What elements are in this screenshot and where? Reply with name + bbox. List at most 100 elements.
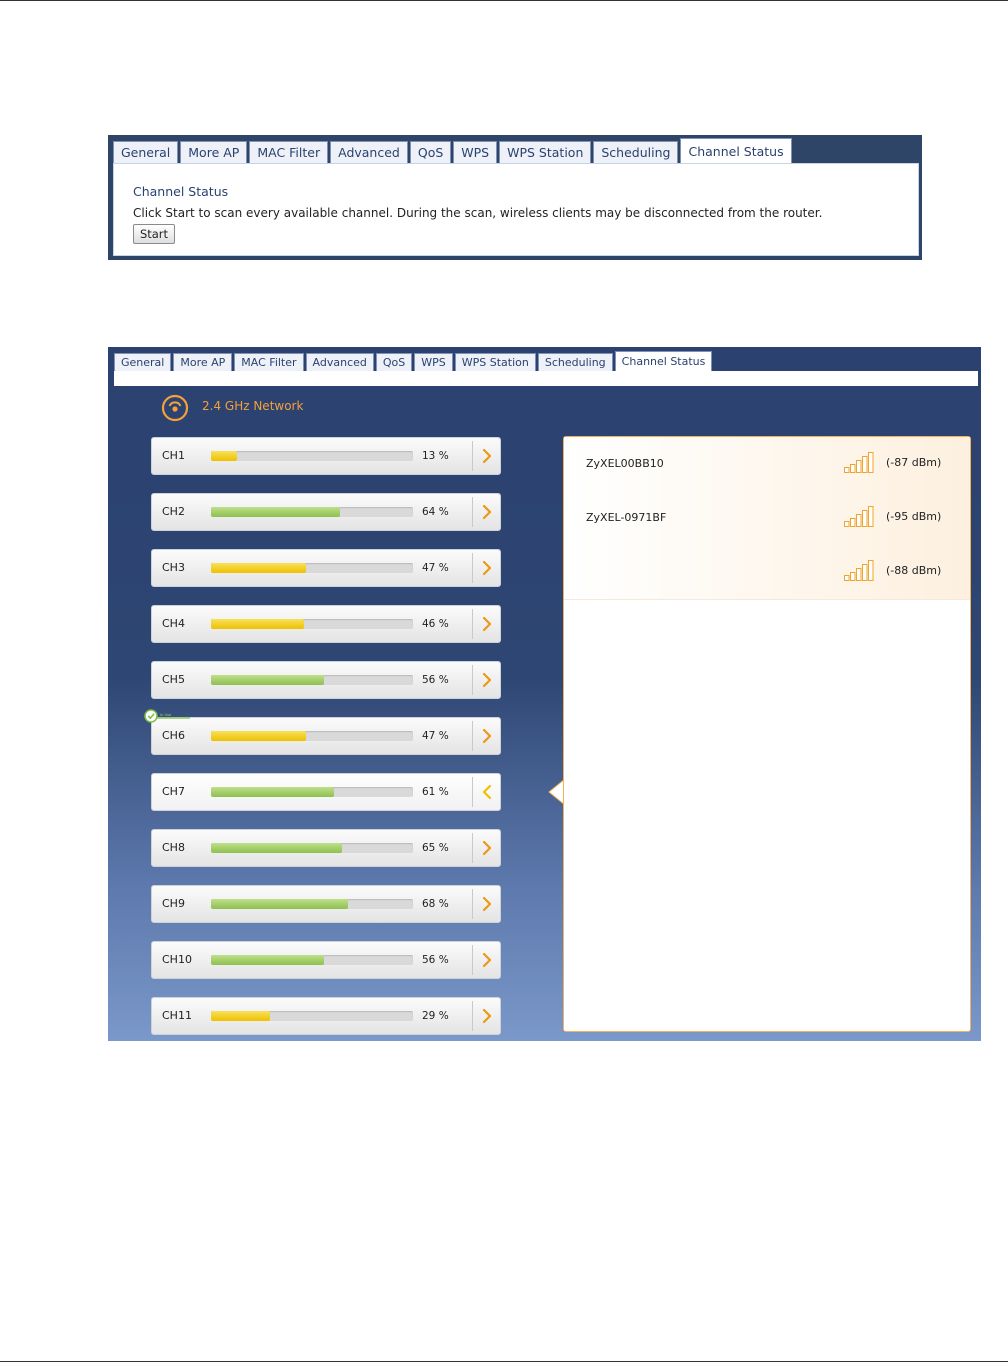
channel-name: CH9	[162, 897, 185, 910]
channel-usage-fill	[211, 507, 341, 517]
chevron-right-icon[interactable]	[473, 830, 501, 866]
tab-bar: General More AP MAC Filter Advanced QoS …	[113, 138, 794, 163]
channel-row[interactable]: CH3 47 %	[151, 549, 501, 587]
channel-name: CH7	[162, 785, 185, 798]
channel-usage-fill	[211, 731, 306, 741]
tab-wps-station[interactable]: WPS Station	[454, 353, 536, 371]
channel-usage-bar	[211, 619, 413, 629]
channel-row[interactable]: CH2 64 %	[151, 493, 501, 531]
channel-usage-fill	[211, 563, 306, 573]
page-top-rule	[0, 0, 1008, 1]
channel-row[interactable]: CH11 29 %	[151, 997, 501, 1035]
channel-usage-percent: 61 %	[422, 786, 449, 798]
chevron-left-icon[interactable]	[473, 774, 501, 810]
channel-row[interactable]: CH5 56 %	[151, 661, 501, 699]
in-use-label: In Use	[160, 713, 172, 717]
channel-usage-percent: 13 %	[422, 450, 449, 462]
tab-scheduling[interactable]: Scheduling	[593, 141, 679, 163]
access-point-row: ZyXEL00BB10 (-87 dBm)	[564, 437, 970, 492]
chevron-right-icon[interactable]	[473, 998, 501, 1034]
channel-usage-percent: 46 %	[422, 618, 449, 630]
channel-usage-bar	[211, 787, 413, 797]
channel-usage-fill	[211, 619, 304, 629]
channel-usage-percent: 29 %	[422, 1010, 449, 1022]
channel-name: CH8	[162, 841, 185, 854]
tab-advanced[interactable]: Advanced	[330, 141, 408, 163]
signal-dbm: (-88 dBm)	[886, 564, 942, 577]
access-point-ssid: ZyXEL-0971BF	[586, 511, 667, 524]
channel-usage-bar	[211, 675, 413, 685]
channel-usage-bar	[211, 899, 413, 909]
channel-usage-bar	[211, 563, 413, 573]
chevron-right-icon[interactable]	[473, 886, 501, 922]
chevron-right-icon[interactable]	[473, 662, 501, 698]
channel-row[interactable]: CH10 56 %	[151, 941, 501, 979]
network-label: 2.4 GHz Network	[202, 399, 304, 413]
channel-row[interactable]: CH7 61 %	[151, 773, 501, 811]
tab-qos[interactable]: QoS	[375, 353, 413, 371]
channel-name: CH3	[162, 561, 185, 574]
tab-qos[interactable]: QoS	[409, 141, 452, 163]
chevron-right-icon[interactable]	[473, 606, 501, 642]
channel-usage-percent: 56 %	[422, 954, 449, 966]
channel-name: CH4	[162, 617, 185, 630]
tab-general[interactable]: General	[114, 353, 172, 371]
channel-status-start-panel: General More AP MAC Filter Advanced QoS …	[108, 135, 922, 260]
channel-usage-bar	[211, 731, 413, 741]
channel-row[interactable]: CH8 65 %	[151, 829, 501, 867]
section-title: Channel Status	[133, 184, 229, 199]
tab-more-ap[interactable]: More AP	[180, 141, 248, 163]
chevron-right-icon[interactable]	[473, 494, 501, 530]
tab-general[interactable]: General	[113, 141, 179, 163]
channel-usage-percent: 64 %	[422, 506, 449, 518]
channel-usage-fill	[211, 1011, 270, 1021]
channel-usage-fill	[211, 843, 343, 853]
tab-more-ap[interactable]: More AP	[173, 353, 233, 371]
channel-scan-results-panel: General More AP MAC Filter Advanced QoS …	[108, 347, 981, 1041]
channel-row[interactable]: CH9 68 %	[151, 885, 501, 923]
channel-usage-bar	[211, 507, 413, 517]
page-bottom-rule	[0, 1361, 1008, 1362]
channel-usage-fill	[211, 451, 238, 461]
chevron-right-icon[interactable]	[473, 438, 501, 474]
channel-usage-fill	[211, 675, 325, 685]
channel-usage-fill	[211, 899, 349, 909]
channel-usage-fill	[211, 955, 325, 965]
channel-usage-bar	[211, 1011, 413, 1021]
signal-strength-icon	[844, 559, 874, 581]
tab-advanced[interactable]: Advanced	[305, 353, 374, 371]
access-point-row: ZyXEL-0971BF (-95 dBm)	[564, 491, 970, 546]
channel-name: CH11	[162, 1009, 192, 1022]
channel-usage-bar	[211, 843, 413, 853]
channel-usage-percent: 47 %	[422, 730, 449, 742]
channel-name: CH2	[162, 505, 185, 518]
tab-wps[interactable]: WPS	[414, 353, 453, 371]
channel-usage-percent: 47 %	[422, 562, 449, 574]
tab-wps-station[interactable]: WPS Station	[499, 141, 592, 163]
channel-row[interactable]: CH4 46 %	[151, 605, 501, 643]
channel-name: CH5	[162, 673, 185, 686]
signal-strength-icon	[844, 505, 874, 527]
tab-channel-status[interactable]: Channel Status	[614, 351, 713, 371]
channel-usage-bar	[211, 955, 413, 965]
tab-wps[interactable]: WPS	[453, 141, 498, 163]
signal-dbm: (-95 dBm)	[886, 510, 942, 523]
chevron-right-icon[interactable]	[473, 942, 501, 978]
channel-row[interactable]: CH6 47 %	[151, 717, 501, 755]
tab-mac-filter[interactable]: MAC Filter	[234, 353, 304, 371]
tab-mac-filter[interactable]: MAC Filter	[249, 141, 329, 163]
channel-usage-percent: 56 %	[422, 674, 449, 686]
channel-usage-bar	[211, 451, 413, 461]
channel-status-content: Channel Status Click Start to scan every…	[113, 163, 919, 256]
signal-strength-icon	[844, 451, 874, 473]
start-button[interactable]: Start	[133, 224, 175, 244]
tab-scheduling[interactable]: Scheduling	[537, 353, 613, 371]
tab-channel-status[interactable]: Channel Status	[680, 138, 792, 163]
channel-name: CH10	[162, 953, 192, 966]
chevron-right-icon[interactable]	[473, 718, 501, 754]
wireless-network-icon	[161, 394, 189, 422]
section-description: Click Start to scan every available chan…	[133, 206, 823, 220]
chevron-right-icon[interactable]	[473, 550, 501, 586]
channel-row[interactable]: CH1 13 %	[151, 437, 501, 475]
channel-name: CH6	[162, 729, 185, 742]
